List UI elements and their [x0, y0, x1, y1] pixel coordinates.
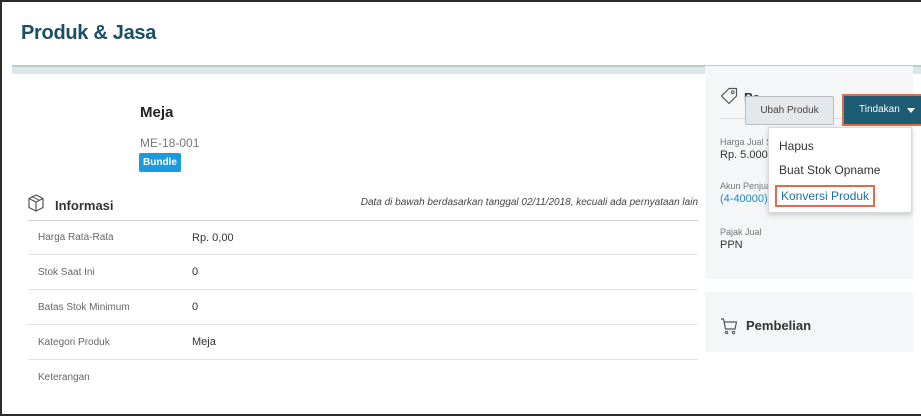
- tax-label: Pajak Jual: [720, 227, 762, 237]
- action-dropdown-button[interactable]: Tindakan: [842, 94, 921, 126]
- page-header: Produk & Jasa: [2, 2, 921, 66]
- caret-down-icon: [907, 108, 915, 113]
- tax-value: PPN: [720, 239, 743, 251]
- menu-item-convert-product[interactable]: Konversi Produk: [775, 185, 876, 207]
- row-label: Keterangan: [38, 371, 90, 383]
- table-row: Kategori Produk Meja: [28, 324, 698, 359]
- cart-icon: [720, 317, 738, 335]
- info-title: Informasi: [55, 198, 114, 213]
- action-menu: Hapus Buat Stok Opname Konversi Produk: [768, 127, 912, 213]
- info-section-header: Informasi Data di bawah berdasarkan tang…: [28, 194, 698, 218]
- edit-product-button[interactable]: Ubah Produk: [745, 96, 834, 125]
- row-value: Meja: [192, 336, 216, 348]
- product-name: Meja: [140, 104, 174, 121]
- info-table: Harga Rata-Rata Rp. 0,00 Stok Saat Ini 0…: [28, 220, 698, 394]
- table-row: Batas Stok Minimum 0: [28, 289, 698, 324]
- table-row: Harga Rata-Rata Rp. 0,00: [28, 220, 698, 254]
- info-note: Data di bawah berdasarkan tanggal 02/11/…: [360, 197, 698, 208]
- row-label: Harga Rata-Rata: [38, 232, 114, 243]
- page-title: Produk & Jasa: [21, 22, 157, 44]
- row-label: Batas Stok Minimum: [38, 301, 130, 313]
- row-label: Kategori Produk: [38, 336, 110, 348]
- table-row: Stok Saat Ini 0: [28, 254, 698, 289]
- product-code: ME-18-001: [140, 136, 200, 150]
- menu-item-stock-opname[interactable]: Buat Stok Opname: [779, 163, 880, 177]
- app-frame: Produk & Jasa Meja ME-18-001 Bundle Info…: [0, 0, 921, 416]
- purchase-panel: Pembelian: [705, 292, 913, 352]
- bundle-badge: Bundle: [139, 153, 181, 172]
- purchase-panel-title: Pembelian: [746, 318, 812, 333]
- row-value: Rp. 0,00: [192, 231, 234, 244]
- table-row: Keterangan: [28, 359, 698, 394]
- action-label: Tindakan: [859, 104, 900, 115]
- box-icon: [28, 194, 44, 212]
- row-label: Stok Saat Ini: [38, 266, 95, 278]
- row-value: 0: [192, 301, 199, 313]
- menu-item-delete[interactable]: Hapus: [779, 139, 814, 153]
- tag-icon: [720, 87, 738, 105]
- row-value: 0: [192, 266, 199, 278]
